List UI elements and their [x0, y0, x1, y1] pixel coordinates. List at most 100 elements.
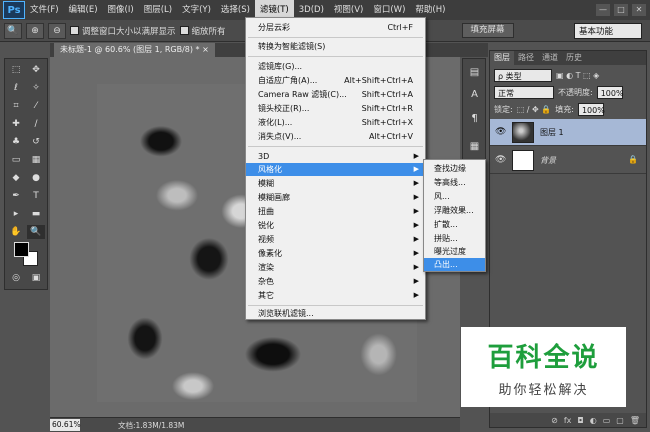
lock-icons[interactable]: ⬚ ∕ ✥ 🔒 [517, 105, 552, 114]
menu-item-liquify[interactable]: 液化(L)... Shift+Ctrl+X [246, 116, 425, 129]
new-layer-icon[interactable]: ▢ [616, 416, 624, 425]
brush-tool-icon[interactable]: ∕ [27, 117, 45, 131]
document-tab[interactable]: 未标题-1 @ 60.6% (图层 1, RGB/8) * × [54, 43, 215, 57]
menu-item-3d[interactable]: 3D ▶ [246, 150, 425, 163]
zoom-out-icon[interactable]: ⊖ [48, 22, 66, 39]
trash-icon[interactable]: 🗑 [630, 416, 640, 425]
clone-stamp-icon[interactable]: ♣ [7, 135, 25, 149]
eye-icon[interactable]: 👁 [495, 127, 506, 137]
zoom-tool-icon[interactable]: 🔍 [27, 225, 45, 239]
quick-mask-icon[interactable]: ◎ [7, 271, 25, 285]
link-icon[interactable]: ⊘ [551, 416, 558, 425]
menu-item-filter-gallery[interactable]: 滤镜库(G)... [246, 60, 425, 73]
watermark: 百科全说 助你轻松解决 [461, 327, 626, 407]
swatches-panel-icon[interactable]: ▦ [466, 139, 483, 155]
zoom-all-option[interactable]: 缩放所有 [179, 25, 226, 37]
marquee-tool-icon[interactable]: ⬚ [7, 63, 25, 77]
filter-icons[interactable]: ▣ ◐ T ⬚ ◈ [556, 71, 599, 80]
fill-field[interactable]: 100% [577, 103, 605, 116]
menu-item-pixelate[interactable]: 像素化 ▶ [246, 247, 425, 260]
type-tool-icon[interactable]: T [27, 189, 45, 203]
close-button[interactable]: ✕ [632, 4, 646, 16]
eye-icon[interactable]: 👁 [495, 155, 506, 165]
path-selection-icon[interactable]: ▸ [7, 207, 25, 221]
mask-icon[interactable]: ◘ [577, 416, 583, 425]
menu-item-adaptive-wide-angle[interactable]: 自适应广角(A)... Alt+Shift+Ctrl+A [246, 74, 425, 87]
zoom-tool-icon[interactable]: 🔍 [4, 22, 22, 39]
layer-kind-select[interactable]: ρ 类型 [494, 69, 552, 82]
history-brush-icon[interactable]: ↺ [27, 135, 45, 149]
lasso-tool-icon[interactable]: ℓ [7, 81, 25, 95]
screen-mode-icon[interactable]: ▣ [27, 271, 45, 285]
minimize-button[interactable]: — [596, 4, 610, 16]
checkbox[interactable] [70, 26, 79, 35]
workspace-select[interactable]: 基本功能 [574, 23, 642, 39]
menu-item-blur[interactable]: 模糊 ▶ [246, 177, 425, 190]
submenu-item-find-edges[interactable]: 查找边缘 [424, 162, 485, 175]
checkbox[interactable] [179, 26, 189, 35]
menu-item-render[interactable]: 渲染 ▶ [246, 261, 425, 274]
menu-item-blur-gallery[interactable]: 模糊画廊 ▶ [246, 191, 425, 204]
resize-windows-option[interactable]: 调整窗口大小以满屏显示 [70, 25, 176, 37]
move-tool-icon[interactable]: ✥ [27, 63, 45, 77]
menu-item-other[interactable]: 其它 ▶ [246, 289, 425, 302]
tab-history[interactable]: 历史 [562, 51, 586, 65]
menu-item-lens-correction[interactable]: 镜头校正(R)... Shift+Ctrl+R [246, 102, 425, 115]
menu-item-stylize[interactable]: 风格化 ▶ [246, 163, 425, 176]
gradient-tool-icon[interactable]: ▦ [27, 153, 45, 167]
submenu-arrow-icon: ▶ [413, 263, 419, 271]
menu-file[interactable]: 文件(F) [25, 0, 64, 20]
menu-item-sharpen[interactable]: 锐化 ▶ [246, 219, 425, 232]
menu-image[interactable]: 图像(I) [103, 0, 139, 20]
adjustment-icon[interactable]: ◐ [590, 416, 597, 425]
menu-type[interactable]: 文字(Y) [177, 0, 216, 20]
magic-wand-icon[interactable]: ✧ [27, 81, 45, 95]
menu-item-last-filter[interactable]: 分层云彩 Ctrl+F [246, 21, 425, 34]
menu-item-noise[interactable]: 杂色 ▶ [246, 275, 425, 288]
submenu-item-emboss[interactable]: 浮雕效果... [424, 204, 485, 217]
paragraph-panel-icon[interactable]: ¶ [466, 111, 483, 127]
eraser-tool-icon[interactable]: ▭ [7, 153, 25, 167]
zoom-in-icon[interactable]: ⊕ [26, 22, 44, 39]
menu-layer[interactable]: 图层(L) [139, 0, 177, 20]
history-panel-icon[interactable]: ▤ [466, 65, 483, 81]
shape-tool-icon[interactable]: ▬ [27, 207, 45, 221]
menu-edit[interactable]: 编辑(E) [64, 0, 103, 20]
submenu-item-solarize[interactable]: 曝光过度 [424, 245, 485, 258]
submenu-item-wind[interactable]: 风... [424, 190, 485, 203]
layer-thumbnail [512, 122, 534, 143]
opacity-field[interactable]: 100% [596, 86, 624, 99]
dodge-tool-icon[interactable]: ● [27, 171, 45, 185]
zoom-level-field[interactable]: 60.61% [50, 419, 81, 431]
layer-row-background[interactable]: 👁 背景 🔒 [490, 147, 646, 174]
tools-panel: ⬚ ✥ ℓ ✧ ⌗ ⁄ ✚ ∕ ♣ ↺ ▭ ▦ ◆ ● ✒ T ▸ ▬ ✋ 🔍 … [4, 58, 48, 290]
submenu-item-contour[interactable]: 等高线... [424, 176, 485, 189]
fill-screen-button[interactable]: 填充屏幕 [461, 23, 514, 38]
tab-paths[interactable]: 路径 [514, 51, 538, 65]
tab-layers[interactable]: 图层 [490, 51, 514, 65]
fx-icon[interactable]: fx [564, 416, 572, 425]
blend-mode-select[interactable]: 正常 [494, 86, 554, 99]
crop-tool-icon[interactable]: ⌗ [7, 99, 25, 113]
layers-panel-footer: ⊘ fx ◘ ◐ ▭ ▢ 🗑 [490, 413, 646, 427]
character-panel-icon[interactable]: A [466, 87, 483, 103]
menu-item-camera-raw[interactable]: Camera Raw 滤镜(C)... Shift+Ctrl+A [246, 88, 425, 101]
pen-tool-icon[interactable]: ✒ [7, 189, 25, 203]
foreground-color-swatch[interactable] [14, 242, 29, 257]
maximize-button[interactable]: □ [614, 4, 628, 16]
menu-item-vanishing-point[interactable]: 消失点(V)... Alt+Ctrl+V [246, 130, 425, 143]
menu-item-distort[interactable]: 扭曲 ▶ [246, 205, 425, 218]
layer-row-1[interactable]: 👁 图层 1 [490, 119, 646, 146]
submenu-item-extrude[interactable]: 凸出... [424, 258, 485, 271]
submenu-item-diffuse[interactable]: 扩散... [424, 218, 485, 231]
menu-item-browse-online[interactable]: 浏览联机滤镜... [246, 307, 425, 320]
hand-tool-icon[interactable]: ✋ [7, 225, 25, 239]
group-icon[interactable]: ▭ [603, 416, 611, 425]
tab-channels[interactable]: 通道 [538, 51, 562, 65]
eyedropper-icon[interactable]: ⁄ [27, 99, 45, 113]
submenu-item-tiles[interactable]: 拼贴... [424, 232, 485, 245]
menu-item-smart-filter[interactable]: 转换为智能滤镜(S) [246, 40, 425, 53]
menu-item-video[interactable]: 视频 ▶ [246, 233, 425, 246]
healing-brush-icon[interactable]: ✚ [7, 117, 25, 131]
blur-tool-icon[interactable]: ◆ [7, 171, 25, 185]
